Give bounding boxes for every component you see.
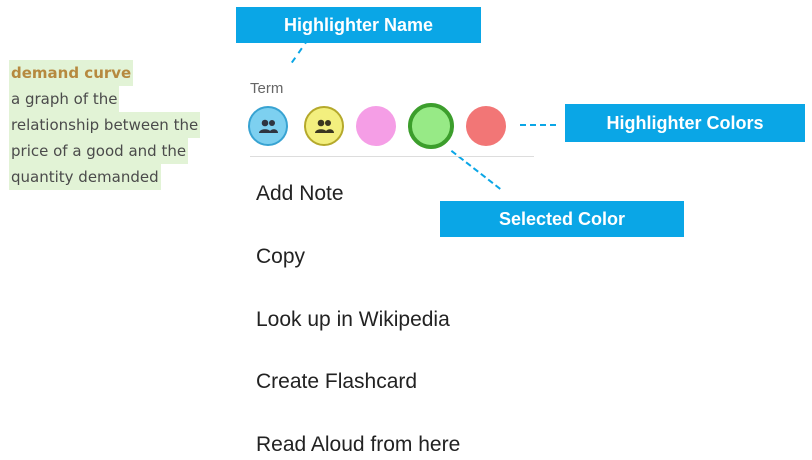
highlighter-color-swatches — [248, 103, 518, 149]
selected-color-callout: Selected Color — [440, 201, 684, 237]
menu-divider — [250, 156, 534, 157]
leader-line-colors — [520, 124, 556, 126]
glossary-definition-line: relationship between the — [9, 112, 201, 138]
swatch-pink[interactable] — [356, 106, 396, 146]
highlighter-name-callout: Highlighter Name — [236, 7, 481, 43]
copy-menu-item[interactable]: Copy — [256, 245, 305, 269]
read-aloud-menu-item[interactable]: Read Aloud from here — [256, 433, 460, 457]
add-note-menu-item[interactable]: Add Note — [256, 182, 344, 206]
swatch-yellow[interactable] — [304, 106, 344, 146]
create-flashcard-menu-item[interactable]: Create Flashcard — [256, 370, 417, 394]
glossary-definition-line: price of a good and the — [9, 138, 189, 164]
glossary-term: demand curve — [9, 60, 134, 86]
swatch-green-selected[interactable] — [408, 103, 454, 149]
highlighter-name-label: Term — [250, 80, 284, 97]
people-icon — [259, 119, 278, 133]
highlighted-glossary-text: demand curve a graph of the relationship… — [9, 60, 226, 190]
swatch-blue[interactable] — [248, 106, 288, 146]
swatch-red[interactable] — [466, 106, 506, 146]
glossary-definition-line: quantity demanded — [9, 164, 161, 190]
highlighter-colors-callout: Highlighter Colors — [565, 104, 805, 142]
people-icon — [315, 119, 334, 133]
wikipedia-menu-item[interactable]: Look up in Wikipedia — [256, 308, 450, 332]
glossary-definition-line: a graph of the — [9, 86, 120, 112]
